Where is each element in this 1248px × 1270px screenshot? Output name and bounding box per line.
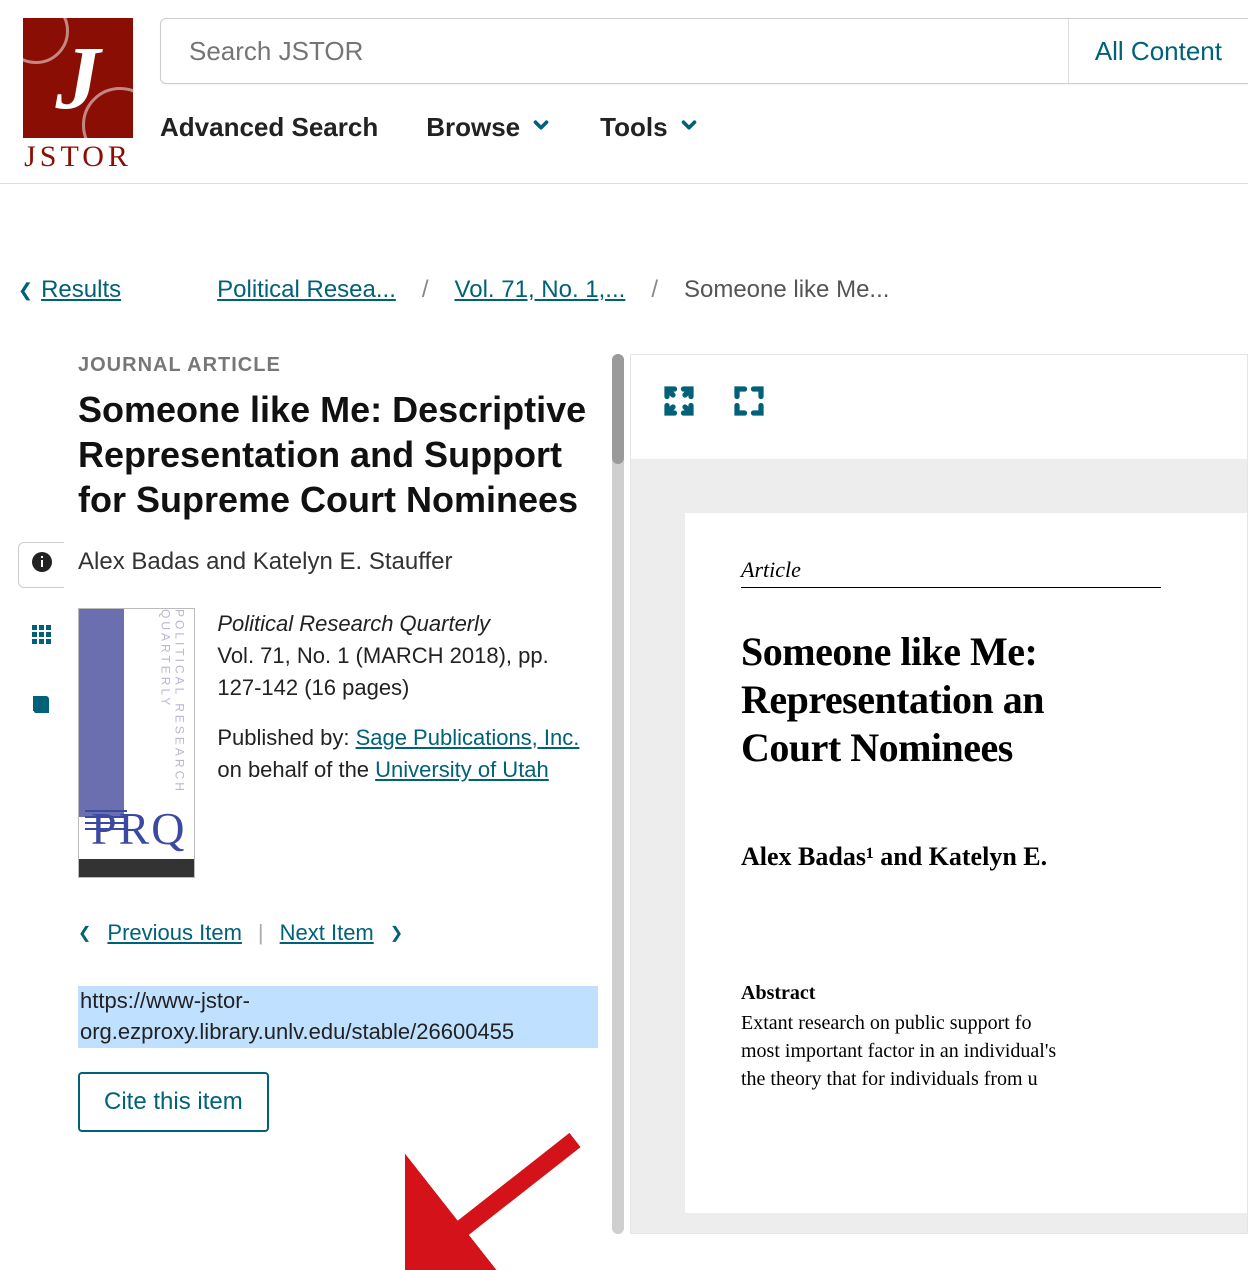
back-to-results[interactable]: ❮ Results bbox=[18, 276, 121, 304]
abstract-text: Extant research on public support fo mos… bbox=[741, 1009, 1247, 1093]
cover-prq-text: PRQ bbox=[91, 802, 186, 855]
page-preview: Article Someone like Me: Representation … bbox=[685, 513, 1247, 1213]
crumb-journal[interactable]: Political Resea... bbox=[217, 276, 396, 304]
side-rail bbox=[18, 354, 64, 1234]
publisher-link[interactable]: Sage Publications, Inc. bbox=[356, 725, 580, 750]
page-tag: Article bbox=[741, 557, 1161, 588]
viewer-scrollbar[interactable] bbox=[612, 354, 624, 1234]
nav-tools[interactable]: Tools bbox=[600, 112, 699, 143]
publication-info: Political Research Quarterly Vol. 71, No… bbox=[217, 608, 598, 878]
crumb-separator: / bbox=[422, 276, 429, 304]
nav-browse[interactable]: Browse bbox=[426, 112, 552, 143]
crumb-separator: / bbox=[651, 276, 658, 304]
next-item-link[interactable]: Next Item bbox=[280, 920, 374, 946]
issue-info: Vol. 71, No. 1 (MARCH 2018), pp. 127-142… bbox=[217, 640, 598, 704]
crumb-issue[interactable]: Vol. 71, No. 1,... bbox=[455, 276, 626, 304]
nav-advanced-search[interactable]: Advanced Search bbox=[160, 112, 378, 143]
logo[interactable]: J JSTOR bbox=[18, 18, 138, 174]
search-input[interactable] bbox=[161, 19, 1069, 83]
journal-name: Political Research Quarterly bbox=[217, 608, 598, 640]
document-viewer: Article Someone like Me: Representation … bbox=[612, 354, 1248, 1234]
item-type-label: JOURNAL ARTICLE bbox=[78, 354, 598, 377]
viewer-body[interactable]: Article Someone like Me: Representation … bbox=[631, 459, 1247, 1234]
item-pager: ❮ Previous Item | Next Item ❯ bbox=[78, 920, 598, 946]
site-header: J JSTOR All Content Advanced Search Brow… bbox=[0, 0, 1248, 184]
grid-icon[interactable] bbox=[29, 622, 53, 653]
info-icon bbox=[30, 550, 54, 581]
page-authors: Alex Badas¹ and Katelyn E. bbox=[741, 842, 1247, 872]
item-title: Someone like Me: Descriptive Representat… bbox=[78, 387, 598, 522]
previous-item-link[interactable]: Previous Item bbox=[107, 920, 242, 946]
abstract-heading: Abstract bbox=[741, 982, 1247, 1005]
primary-nav: Advanced Search Browse Tools bbox=[160, 112, 1248, 143]
chevron-left-icon: ❮ bbox=[18, 280, 33, 301]
pager-separator: | bbox=[258, 920, 264, 946]
expand-icon[interactable] bbox=[661, 383, 697, 419]
breadcrumb: ❮ Results Political Resea... / Vol. 71, … bbox=[0, 184, 1248, 304]
cite-button[interactable]: Cite this item bbox=[78, 1072, 269, 1132]
behalf-org-link[interactable]: University of Utah bbox=[375, 757, 549, 782]
item-authors: Alex Badas and Katelyn E. Stauffer bbox=[78, 548, 598, 576]
scrollbar-thumb[interactable] bbox=[612, 354, 624, 464]
search-scope-dropdown[interactable]: All Content bbox=[1069, 19, 1248, 83]
journal-cover[interactable]: POLITICAL RESEARCH QUARTERLY PRQ bbox=[78, 608, 195, 878]
fullscreen-icon[interactable] bbox=[731, 383, 767, 419]
crumb-current: Someone like Me... bbox=[684, 276, 889, 304]
chevron-down-icon bbox=[530, 112, 552, 143]
results-link[interactable]: Results bbox=[41, 276, 121, 304]
on-behalf-text: on behalf of the bbox=[217, 757, 375, 782]
chevron-left-icon: ❮ bbox=[78, 923, 91, 943]
stable-url[interactable]: https://www-jstor-org.ezproxy.library.un… bbox=[78, 986, 598, 1048]
info-tab[interactable] bbox=[18, 542, 64, 588]
search-bar: All Content bbox=[160, 18, 1248, 84]
published-by-prefix: Published by: bbox=[217, 725, 355, 750]
viewer-toolbar bbox=[631, 355, 1247, 431]
chevron-right-icon: ❯ bbox=[390, 923, 403, 943]
logo-word: JSTOR bbox=[24, 140, 132, 174]
page-title-line: Someone like Me: Representation an Court… bbox=[741, 628, 1247, 772]
item-metadata: JOURNAL ARTICLE Someone like Me: Descrip… bbox=[78, 354, 598, 1234]
main-content: JOURNAL ARTICLE Someone like Me: Descrip… bbox=[0, 304, 1248, 1234]
logo-icon: J bbox=[23, 18, 133, 138]
chevron-down-icon bbox=[678, 112, 700, 143]
book-icon[interactable] bbox=[29, 693, 53, 724]
